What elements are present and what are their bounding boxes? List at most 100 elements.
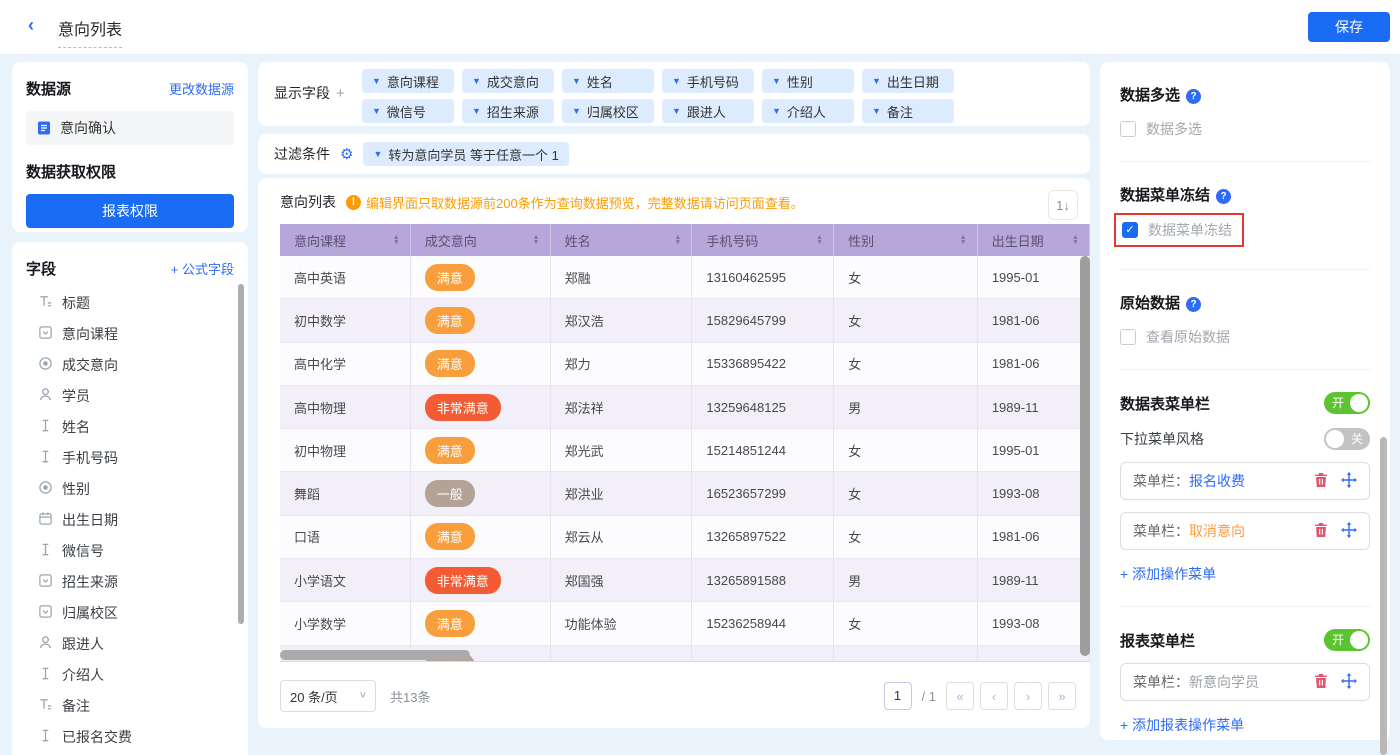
sort-order-icon[interactable]: 1↓ <box>1048 190 1078 220</box>
table-vertical-scrollbar[interactable] <box>1080 256 1090 656</box>
settings-scrollbar[interactable] <box>1380 437 1387 755</box>
field-item[interactable]: 已报名交费 <box>26 721 234 752</box>
field-item[interactable]: 性别 <box>26 473 234 504</box>
display-field-chip[interactable]: ▼备注 <box>862 99 954 123</box>
dropdown-style-toggle[interactable]: 关 <box>1324 428 1370 450</box>
display-field-chip[interactable]: ▼出生日期 <box>862 69 954 93</box>
table-cell: 1993-08 <box>978 602 1090 644</box>
column-header[interactable]: 手机号码▲▼ <box>692 224 834 256</box>
field-item[interactable]: 归属校区 <box>26 597 234 628</box>
change-datasource-link[interactable]: 更改数据源 <box>169 79 234 98</box>
table-cell: 女 <box>834 602 978 644</box>
display-field-chip[interactable]: ▼姓名 <box>562 69 654 93</box>
last-page-button[interactable]: » <box>1048 682 1076 710</box>
table-row: 初中数学满意郑汉浩15829645799女1981-06 <box>280 299 1090 342</box>
table-cell: 郑光武 <box>551 429 693 471</box>
delete-icon[interactable] <box>1313 522 1329 541</box>
field-item-label: 姓名 <box>62 417 90 437</box>
sort-arrows-icon[interactable]: ▲▼ <box>816 235 823 245</box>
display-field-chip[interactable]: ▼介绍人 <box>762 99 854 123</box>
sort-arrows-icon[interactable]: ▲▼ <box>674 235 681 245</box>
raw-data-checkbox[interactable] <box>1120 329 1136 345</box>
field-item[interactable]: 微信号 <box>26 535 234 566</box>
move-icon[interactable] <box>1341 472 1357 491</box>
menu-bar-item[interactable]: 菜单栏：报名收费 <box>1120 462 1370 500</box>
table-horizontal-scrollbar[interactable] <box>280 650 470 660</box>
display-field-chip[interactable]: ▼意向课程 <box>362 69 454 93</box>
display-field-chip[interactable]: ▼手机号码 <box>662 69 754 93</box>
table-menu-toggle[interactable]: 开 <box>1324 392 1370 414</box>
field-item[interactable]: 介绍人 <box>26 659 234 690</box>
prev-page-button[interactable]: ‹ <box>980 682 1008 710</box>
sort-arrows-icon[interactable]: ▲▼ <box>393 235 400 245</box>
move-icon[interactable] <box>1341 522 1357 541</box>
field-item[interactable]: 成交意向 <box>26 349 234 380</box>
table-cell: 1981-06 <box>978 343 1090 385</box>
display-field-chip[interactable]: ▼招生来源 <box>462 99 554 123</box>
filter-condition-chip[interactable]: ▼转为意向学员 等于任意一个 1 <box>363 142 568 166</box>
move-icon[interactable] <box>1341 673 1357 692</box>
table-cell: 高中化学 <box>280 343 411 385</box>
table-cell: 女 <box>834 299 978 341</box>
field-item[interactable]: 意向课程 <box>26 318 234 349</box>
add-report-menu-link[interactable]: + 添加报表操作菜单 <box>1120 715 1370 735</box>
field-item[interactable]: 备注 <box>26 690 234 721</box>
datasource-item[interactable]: 意向确认 <box>26 111 234 145</box>
add-action-menu-link[interactable]: + 添加操作菜单 <box>1120 564 1370 584</box>
formula-field-link[interactable]: + 公式字段 <box>171 259 234 278</box>
filter-gear-icon[interactable]: ⚙ <box>340 145 353 163</box>
menu-freeze-checkbox[interactable]: ✓ <box>1122 222 1138 238</box>
field-item[interactable]: 学员 <box>26 380 234 411</box>
sort-arrows-icon[interactable]: ▲▼ <box>1072 235 1079 245</box>
table-cell: 16523657299 <box>692 472 834 514</box>
table-cell: 1981-06 <box>978 299 1090 341</box>
fields-scrollbar[interactable] <box>238 284 244 624</box>
column-header[interactable]: 姓名▲▼ <box>551 224 693 256</box>
delete-icon[interactable] <box>1313 472 1329 491</box>
field-item[interactable]: 手机号码 <box>26 442 234 473</box>
menu-bar-item[interactable]: 菜单栏：新意向学员 <box>1120 663 1370 701</box>
back-icon[interactable]: ‹ <box>28 15 34 36</box>
help-icon[interactable]: ? <box>1186 297 1201 312</box>
report-menu-toggle[interactable]: 开 <box>1324 629 1370 651</box>
sort-arrows-icon[interactable]: ▲▼ <box>533 235 540 245</box>
display-field-chip[interactable]: ▼微信号 <box>362 99 454 123</box>
first-page-button[interactable]: « <box>946 682 974 710</box>
field-item[interactable]: 出生日期 <box>26 504 234 535</box>
help-icon[interactable]: ? <box>1216 189 1231 204</box>
next-page-button[interactable]: › <box>1014 682 1042 710</box>
field-item-label: 已报名交费 <box>62 727 132 747</box>
report-permission-button[interactable]: 报表权限 <box>26 194 234 228</box>
column-header[interactable]: 成交意向▲▼ <box>411 224 551 256</box>
field-item-label: 性别 <box>62 479 90 499</box>
column-header[interactable]: 意向课程▲▼ <box>280 224 411 256</box>
divider <box>1120 369 1370 370</box>
column-header[interactable]: 出生日期▲▼ <box>978 224 1090 256</box>
menu-bar-item[interactable]: 菜单栏：取消意向 <box>1120 512 1370 550</box>
filter-label: 过滤条件 <box>274 144 330 164</box>
field-item[interactable]: 标题 <box>26 287 234 318</box>
column-header[interactable]: 性别▲▼ <box>834 224 978 256</box>
display-field-chip[interactable]: ▼性别 <box>762 69 854 93</box>
add-display-field-icon[interactable]: + <box>336 85 345 102</box>
raw-data-title: 原始数据? <box>1120 292 1370 313</box>
field-item[interactable]: 姓名 <box>26 411 234 442</box>
display-field-chip[interactable]: ▼归属校区 <box>562 99 654 123</box>
page-input[interactable]: 1 <box>884 682 912 710</box>
field-item[interactable]: 招生来源 <box>26 566 234 597</box>
field-item[interactable]: 跟进人 <box>26 628 234 659</box>
divider <box>1120 269 1370 270</box>
save-button[interactable]: 保存 <box>1308 12 1390 42</box>
page-size-select[interactable]: 20 条/页 ˅ <box>280 680 376 712</box>
sort-arrows-icon[interactable]: ▲▼ <box>960 235 967 245</box>
chevron-down-icon: ▼ <box>772 106 781 116</box>
table-row: 口语满意郑云从13265897522女1981-06 <box>280 516 1090 559</box>
display-field-chip[interactable]: ▼成交意向 <box>462 69 554 93</box>
multi-select-checkbox[interactable] <box>1120 121 1136 137</box>
help-icon[interactable]: ? <box>1186 89 1201 104</box>
display-field-chip[interactable]: ▼跟进人 <box>662 99 754 123</box>
table-cell <box>978 646 1090 662</box>
table-row: 初中物理满意郑光武15214851244女1995-01 <box>280 429 1090 472</box>
person-icon <box>38 635 53 653</box>
delete-icon[interactable] <box>1313 673 1329 692</box>
